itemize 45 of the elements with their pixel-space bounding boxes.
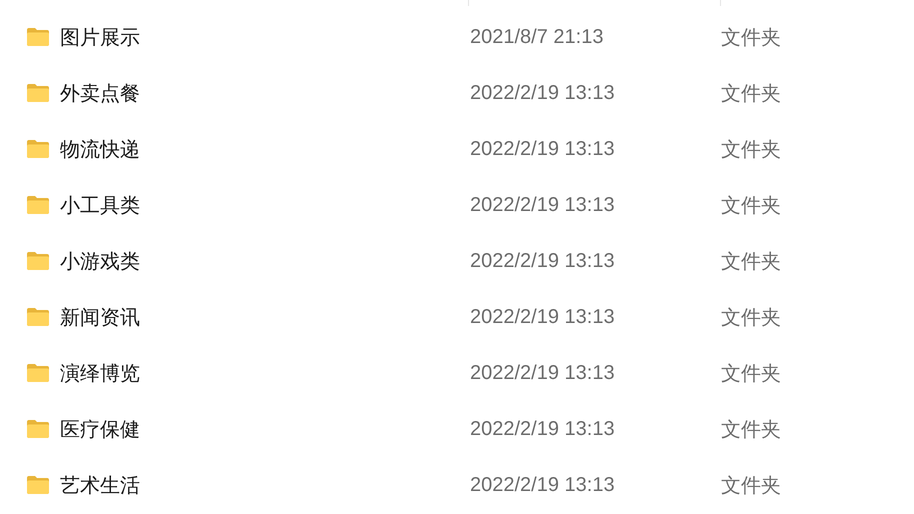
file-type: 文件夹 [721,416,781,442]
folder-icon [26,419,50,439]
folder-icon [26,83,50,103]
folder-icon [26,475,50,495]
file-type: 文件夹 [721,80,781,106]
file-row[interactable]: 图片展示 2021/8/7 21:13 文件夹 [0,9,914,65]
file-row[interactable]: 艺术生活 2022/2/19 13:13 文件夹 [0,457,914,513]
file-name: 小工具类 [60,192,141,218]
file-row[interactable]: 小游戏类 2022/2/19 13:13 文件夹 [0,233,914,289]
file-name: 艺术生活 [60,472,141,498]
file-type: 文件夹 [721,472,781,498]
file-name: 物流快递 [60,136,141,162]
file-type: 文件夹 [721,304,781,330]
file-type: 文件夹 [721,24,781,50]
folder-icon [26,251,50,271]
modified-date: 2022/2/19 13:13 [470,306,616,328]
modified-date: 2022/2/19 13:13 [470,250,616,272]
modified-date: 2022/2/19 13:13 [470,82,616,104]
file-row[interactable]: 小工具类 2022/2/19 13:13 文件夹 [0,177,914,233]
file-type: 文件夹 [721,136,781,162]
file-name: 图片展示 [60,24,141,50]
file-name: 演绎博览 [60,360,141,386]
file-name: 外卖点餐 [60,80,141,106]
file-type: 文件夹 [721,248,781,274]
file-name: 医疗保健 [60,416,141,442]
modified-date: 2022/2/19 13:13 [470,362,616,384]
file-type: 文件夹 [721,192,781,218]
folder-icon [26,139,50,159]
folder-icon [26,307,50,327]
file-type: 文件夹 [721,360,781,386]
modified-date: 2022/2/19 13:13 [470,418,616,440]
file-row[interactable]: 外卖点餐 2022/2/19 13:13 文件夹 [0,65,914,121]
modified-date: 2022/2/19 13:13 [470,194,616,216]
folder-icon [26,195,50,215]
file-name: 小游戏类 [60,248,141,274]
modified-date: 2022/2/19 13:13 [470,138,616,160]
folder-icon [26,363,50,383]
modified-date: 2022/2/19 13:13 [470,474,616,496]
folder-icon [26,27,50,47]
file-name: 新闻资讯 [60,304,141,330]
file-row[interactable]: 新闻资讯 2022/2/19 13:13 文件夹 [0,289,914,345]
file-row[interactable]: 物流快递 2022/2/19 13:13 文件夹 [0,121,914,177]
modified-date: 2021/8/7 21:13 [470,26,604,48]
file-row[interactable]: 演绎博览 2022/2/19 13:13 文件夹 [0,345,914,401]
file-row[interactable]: 医疗保健 2022/2/19 13:13 文件夹 [0,401,914,457]
